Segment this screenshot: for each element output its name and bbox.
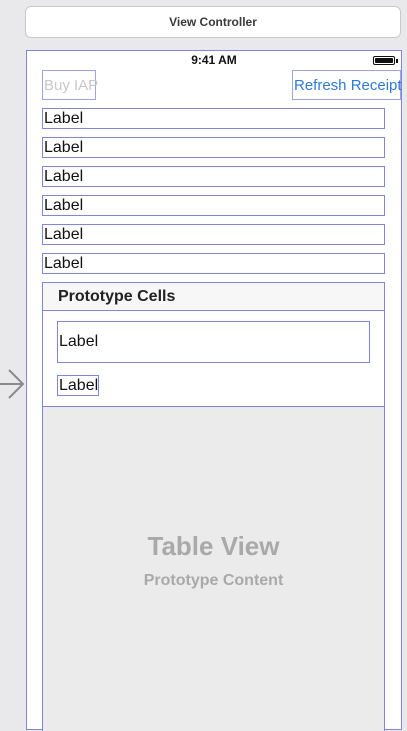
status-bar: 9:41 AM (27, 51, 401, 69)
label-1[interactable]: Label (42, 108, 385, 129)
cell-label-primary[interactable]: Label (57, 321, 370, 363)
cell-label-secondary[interactable]: Label (57, 375, 99, 396)
buy-iap-button[interactable]: Buy IAP (42, 70, 98, 100)
battery-tip (396, 59, 398, 63)
label-6[interactable]: Label (42, 253, 385, 274)
scene-title-bar[interactable]: View Controller (25, 6, 401, 38)
scene-title: View Controller (169, 15, 257, 29)
status-time: 9:41 AM (191, 53, 237, 67)
battery-icon (373, 56, 395, 65)
label-3[interactable]: Label (42, 166, 385, 187)
label-2[interactable]: Label (42, 137, 385, 158)
refresh-receipt-button[interactable]: Refresh Receipt (292, 70, 402, 100)
initial-view-controller-arrow-icon[interactable] (0, 366, 26, 402)
prototype-cell[interactable]: Label Label (43, 311, 384, 407)
view-controller-canvas[interactable]: 9:41 AM Buy IAP Refresh Receipt Label La… (26, 50, 402, 731)
label-4[interactable]: Label (42, 195, 385, 216)
prototype-cells-header: Prototype Cells (43, 283, 384, 311)
label-5[interactable]: Label (42, 224, 385, 245)
table-view-placeholder-subtitle: Prototype Content (143, 572, 284, 589)
table-view[interactable]: Prototype Cells Label Label Table View P… (42, 282, 385, 731)
table-view-placeholder-title: Table View (147, 531, 280, 561)
